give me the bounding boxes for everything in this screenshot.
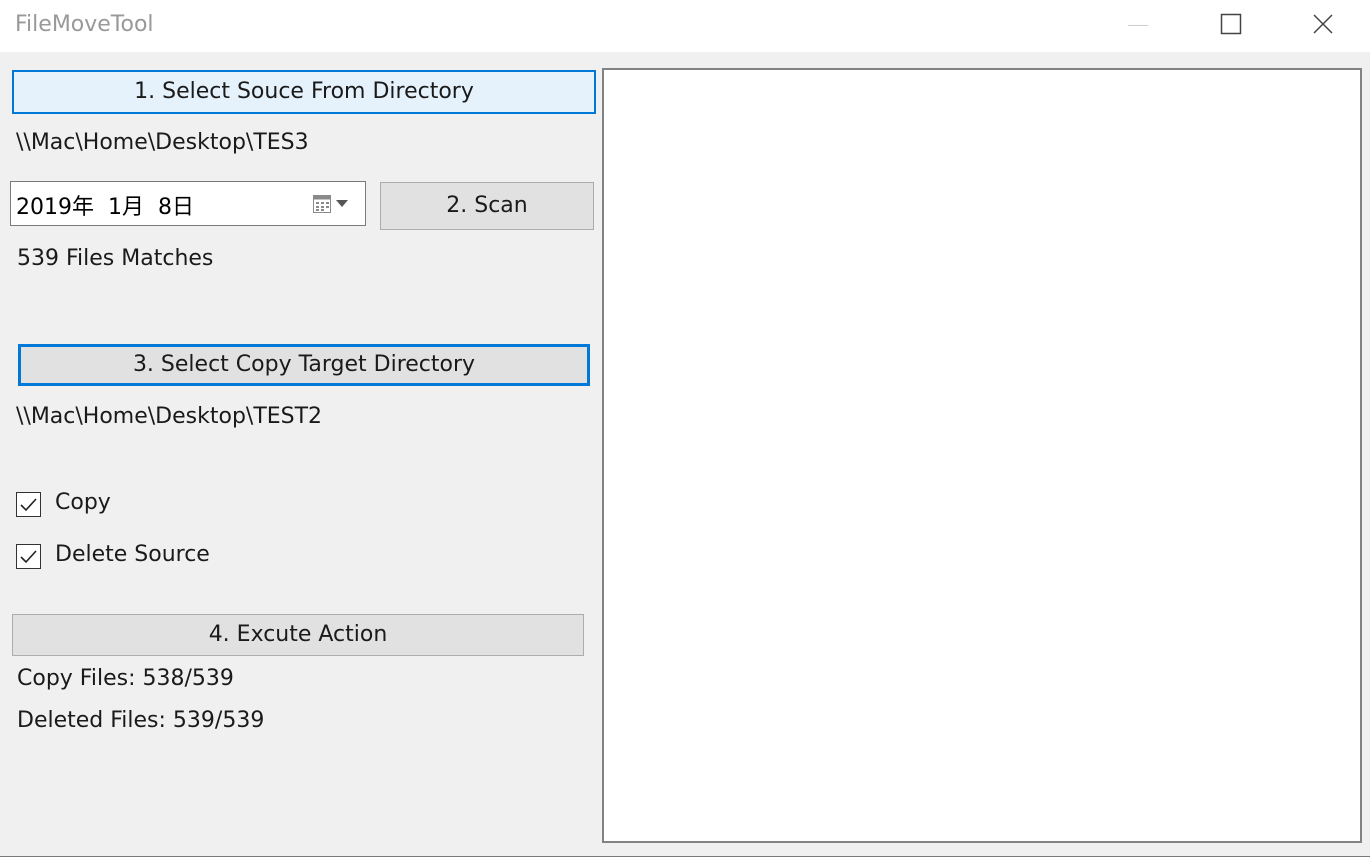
select-source-button-label: 1. Select Souce From Directory — [134, 79, 474, 104]
source-path: \\Mac\Home\Desktop\TES3 — [16, 130, 309, 155]
close-icon — [1313, 14, 1333, 34]
execute-action-button[interactable]: 4. Excute Action — [12, 614, 584, 656]
log-list-box[interactable] — [602, 68, 1362, 843]
close-button[interactable] — [1276, 0, 1368, 52]
copy-checkbox-label[interactable]: Copy — [55, 490, 111, 515]
delete-source-checkbox-label[interactable]: Delete Source — [55, 542, 210, 567]
calendar-icon[interactable] — [311, 192, 357, 216]
target-path: \\Mac\Home\Desktop\TEST2 — [16, 404, 323, 429]
date-value: 2019年 1月 8日 — [16, 195, 194, 220]
copy-status: Copy Files: 538/539 — [17, 666, 234, 691]
title-bar[interactable]: FileMoveTool — [0, 0, 1370, 52]
maximize-button[interactable] — [1184, 0, 1276, 52]
scan-button-label: 2. Scan — [446, 193, 528, 218]
select-source-button[interactable]: 1. Select Souce From Directory — [12, 70, 596, 114]
scan-button[interactable]: 2. Scan — [380, 182, 594, 230]
maximize-icon — [1220, 13, 1242, 35]
select-target-button[interactable]: 3. Select Copy Target Directory — [18, 344, 590, 386]
checkmark-icon — [20, 498, 37, 512]
app-window: FileMoveTool 1. Select Souce From Direct… — [0, 0, 1370, 857]
checkmark-icon — [20, 550, 37, 564]
delete-source-checkbox[interactable] — [16, 544, 41, 569]
date-picker[interactable]: 2019年 1月 8日 — [10, 181, 366, 226]
window-title: FileMoveTool — [15, 12, 154, 37]
minimize-icon — [1128, 25, 1148, 26]
minimize-button[interactable] — [1092, 0, 1184, 52]
chevron-down-icon — [336, 200, 348, 207]
execute-action-button-label: 4. Excute Action — [208, 622, 388, 647]
select-target-button-label: 3. Select Copy Target Directory — [132, 352, 476, 377]
copy-checkbox[interactable] — [16, 492, 41, 517]
scan-result: 539 Files Matches — [17, 246, 214, 271]
delete-status: Deleted Files: 539/539 — [17, 708, 265, 733]
